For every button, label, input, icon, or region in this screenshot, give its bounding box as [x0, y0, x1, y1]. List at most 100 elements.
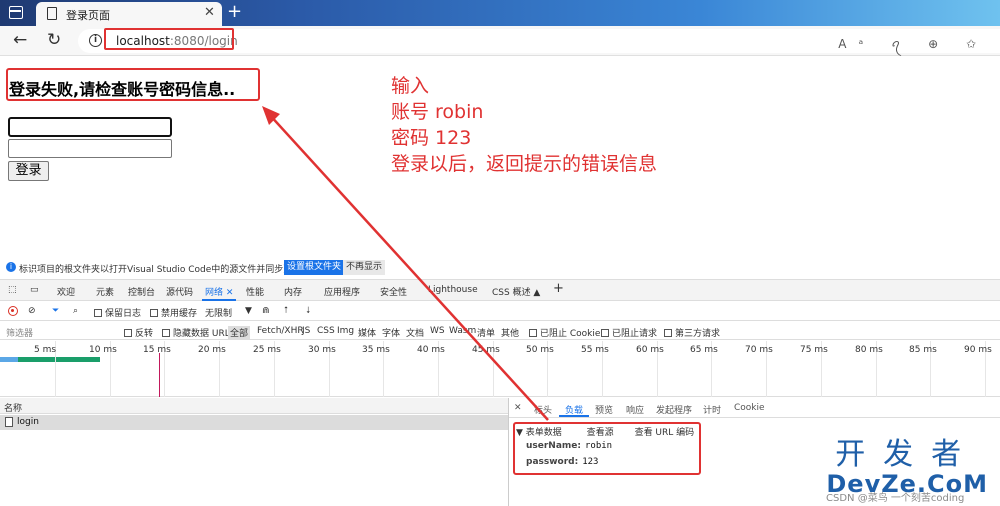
throttle-select[interactable]: 无限制 [205, 306, 232, 319]
filter-media[interactable]: 媒体 [358, 326, 376, 339]
page-icon [47, 7, 57, 20]
tab-close-icon[interactable]: ✕ [204, 5, 215, 20]
tab-application[interactable]: 应用程序 [324, 285, 360, 298]
form-data-highlight-box [513, 422, 701, 475]
tab-cookies[interactable]: Cookie [734, 403, 765, 413]
tab-network[interactable]: 网络 ✕ [205, 285, 233, 298]
tab-elements[interactable]: 元素 [96, 285, 114, 298]
inspect-icon[interactable]: ⬚ [8, 285, 17, 295]
tab-css-overview[interactable]: CSS 概述 ▲ [492, 285, 540, 298]
filter-bar: 筛选器 反转 隐藏数据 URL 全部 Fetch/XHR JS CSS Img … [0, 322, 1000, 340]
close-detail-icon[interactable]: ✕ [514, 403, 522, 413]
timeline-tick-label: 40 ms [417, 345, 445, 355]
disable-cache-checkbox[interactable]: 禁用缓存 [150, 306, 197, 319]
browser-tab-strip: 登录页面 ✕ + [0, 0, 1000, 26]
filter-input[interactable]: 筛选器 [6, 326, 33, 339]
network-conditions-icon[interactable]: ⋒ [262, 306, 270, 316]
tab-response[interactable]: 响应 [626, 403, 644, 416]
request-row[interactable]: login [0, 415, 508, 430]
url-highlight-box [104, 28, 234, 50]
username-input[interactable] [8, 117, 172, 137]
filter-icon[interactable]: ⏷ [52, 306, 59, 316]
timeline-tick-label: 5 ms [34, 345, 57, 355]
dont-show-again-button[interactable]: 不再显示 [343, 260, 386, 275]
name-column-header[interactable]: 名称 [4, 401, 22, 414]
device-toolbar-icon[interactable]: ▭ [30, 285, 39, 295]
filter-all[interactable]: 全部 [228, 326, 251, 339]
browser-tab[interactable]: 登录页面 ✕ [36, 2, 222, 26]
timeline-tick-label: 35 ms [362, 345, 390, 355]
chevron-down-icon[interactable]: ▼ [245, 306, 252, 316]
refresh-icon[interactable]: ↻ [47, 30, 61, 50]
filter-font[interactable]: 字体 [382, 326, 400, 339]
annotation-line: 输入 [391, 75, 430, 97]
filter-fetch-xhr[interactable]: Fetch/XHR [257, 326, 304, 336]
preserve-log-checkbox[interactable]: 保留日志 [94, 306, 141, 319]
request-detail-tabs: ✕ 标头 负载 预览 响应 发起程序 计时 Cookie [509, 398, 1000, 418]
timeline-tick-label: 25 ms [253, 345, 281, 355]
timeline-tick-label: 70 ms [745, 345, 773, 355]
back-icon[interactable]: ← [13, 30, 27, 50]
arrow-head [262, 106, 280, 125]
timeline-tick-label: 90 ms [964, 345, 992, 355]
timeline-tick-label: 15 ms [143, 345, 171, 355]
tab-actions-icon[interactable] [9, 6, 23, 19]
filter-img[interactable]: Img [337, 326, 354, 336]
invert-checkbox[interactable]: 反转 [124, 326, 153, 339]
more-tabs-button[interactable]: + [553, 281, 564, 296]
filter-wasm[interactable]: Wasm [449, 326, 476, 336]
tab-memory[interactable]: 内存 [284, 285, 302, 298]
tab-lighthouse[interactable]: Lighthouse [428, 285, 478, 295]
timeline-tick-label: 60 ms [636, 345, 664, 355]
tab-initiator[interactable]: 发起程序 [656, 403, 692, 416]
devtools-tabs: ⬚ ▭ 欢迎 元素 控制台 源代码 网络 ✕ 性能 内存 应用程序 安全性 Li… [0, 279, 1000, 301]
tab-timing[interactable]: 计时 [703, 403, 721, 416]
record-icon[interactable] [8, 306, 18, 316]
export-icon[interactable]: ⭣ [306, 306, 310, 316]
tab-headers[interactable]: 标头 [534, 403, 552, 416]
site-info-icon[interactable]: i [89, 34, 102, 47]
timeline-tick-label: 65 ms [690, 345, 718, 355]
timeline-tick-label: 80 ms [855, 345, 883, 355]
network-toolbar: ⊘ ⏷ ⌕ 保留日志 禁用缓存 无限制 ▼ ⋒ ⭡ ⭣ [0, 302, 1000, 321]
timeline-tick-label: 10 ms [89, 345, 117, 355]
filter-other[interactable]: 其他 [501, 326, 519, 339]
tab-title: 登录页面 [66, 9, 110, 22]
search-icon[interactable]: ⌕ [73, 306, 78, 316]
request-bar-waiting [0, 357, 18, 362]
tab-security[interactable]: 安全性 [380, 285, 407, 298]
filter-doc[interactable]: 文档 [406, 326, 424, 339]
tab-console[interactable]: 控制台 [128, 285, 155, 298]
tab-performance[interactable]: 性能 [246, 285, 264, 298]
timeline-tick-label: 20 ms [198, 345, 226, 355]
filter-css[interactable]: CSS [317, 326, 335, 336]
info-icon: i [6, 262, 16, 272]
timeline-tick-label: 30 ms [308, 345, 336, 355]
tab-preview[interactable]: 预览 [595, 403, 613, 416]
blocked-cookies-checkbox[interactable]: 已阻止 Cookie [529, 326, 600, 339]
timeline-tick-label: 75 ms [800, 345, 828, 355]
new-tab-button[interactable]: + [227, 1, 242, 22]
filter-js[interactable]: JS [302, 326, 310, 336]
import-icon[interactable]: ⭡ [284, 306, 288, 316]
login-button[interactable]: 登录 [8, 161, 49, 181]
password-input[interactable] [8, 139, 172, 158]
network-timeline[interactable]: 5 ms 10 ms 15 ms 20 ms 25 ms 30 ms 35 ms 40 ms 4… [0, 341, 1000, 397]
blocked-requests-checkbox[interactable]: 已阻止请求 [601, 326, 657, 339]
tab-sources[interactable]: 源代码 [166, 285, 193, 298]
active-detail-tab-underline [559, 415, 589, 417]
request-name[interactable]: login [17, 417, 39, 427]
active-tab-underline [202, 299, 236, 301]
timeline-tick-label: 85 ms [909, 345, 937, 355]
document-icon [5, 417, 13, 427]
timeline-tick-label: 45 ms [472, 345, 500, 355]
filter-ws[interactable]: WS [430, 326, 445, 336]
set-root-folder-button[interactable]: 设置根文件夹 [284, 260, 345, 275]
tab-welcome[interactable]: 欢迎 [57, 285, 75, 298]
hide-data-url-checkbox[interactable]: 隐藏数据 URL [162, 326, 230, 339]
clear-icon[interactable]: ⊘ [28, 306, 36, 316]
error-message: 登录失败,请检查账号密码信息.. [9, 80, 236, 99]
third-party-checkbox[interactable]: 第三方请求 [664, 326, 720, 339]
filter-manifest[interactable]: 清单 [477, 326, 495, 339]
read-aloud-translate-zoom-favorite-icons[interactable]: Aᵃ ꪖ ⊕ ✩ [838, 33, 988, 58]
